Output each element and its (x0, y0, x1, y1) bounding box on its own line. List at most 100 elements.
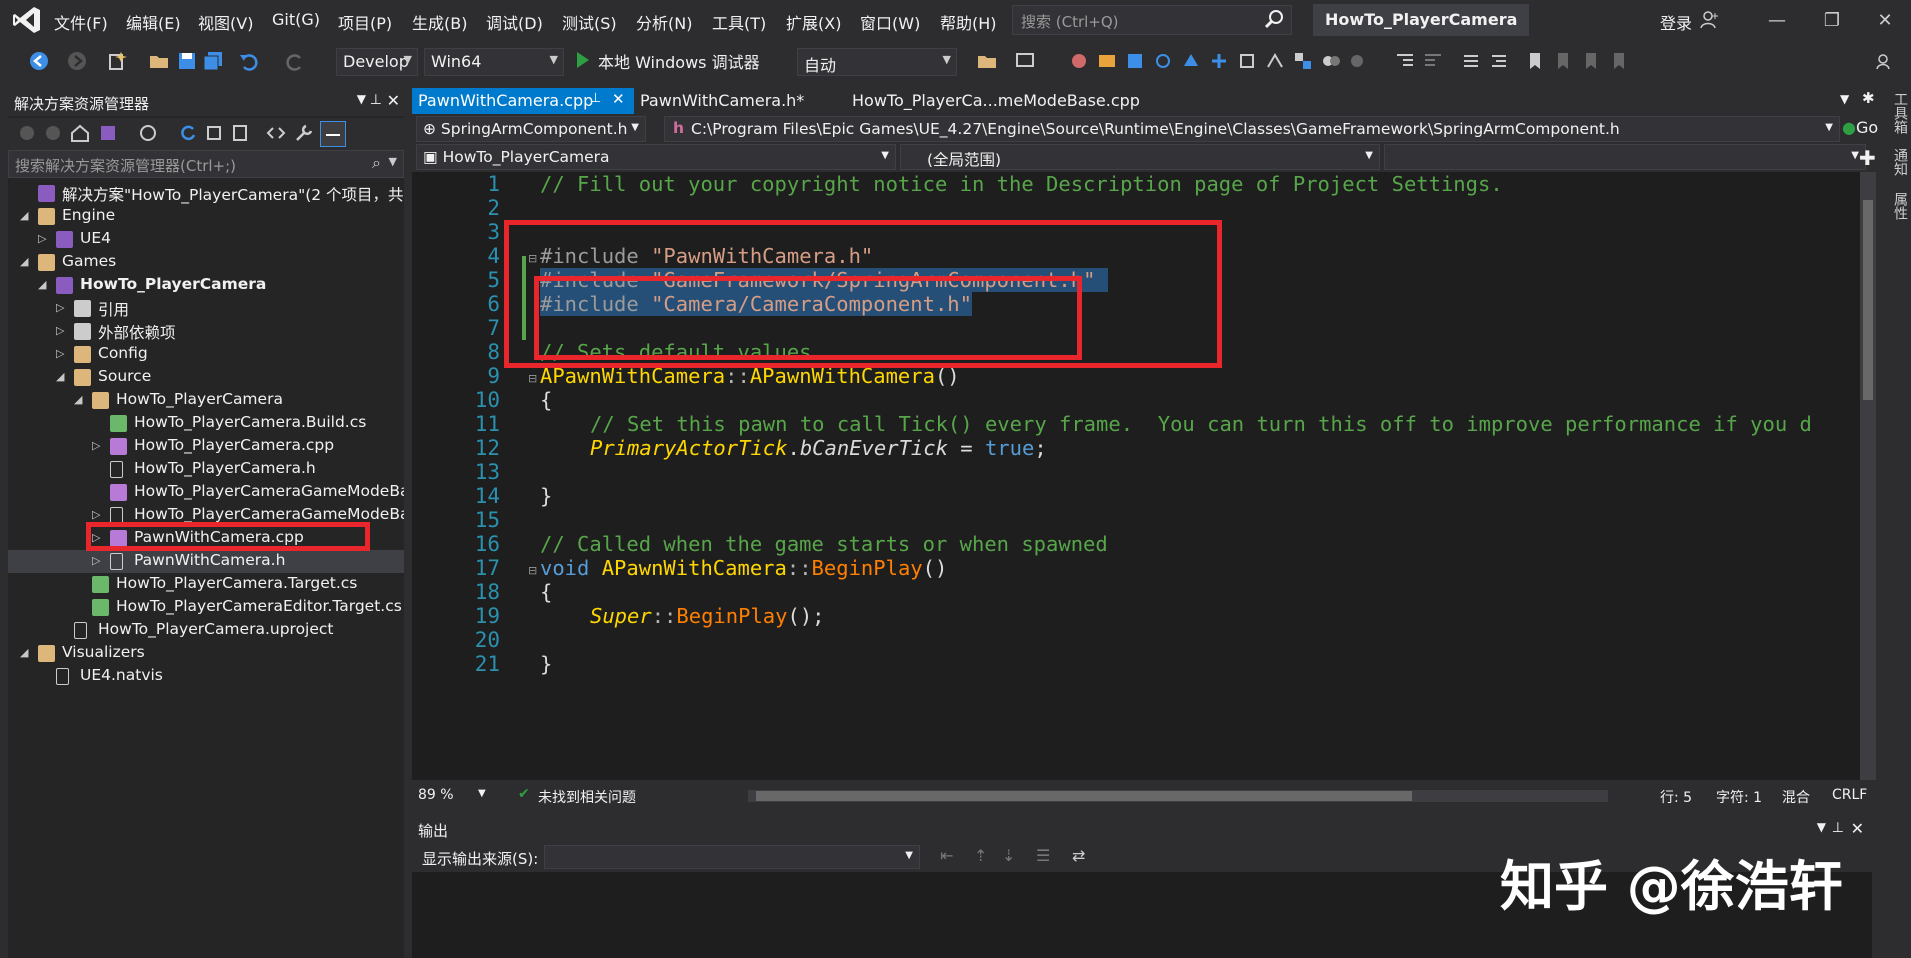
code-view-icon[interactable] (266, 123, 286, 143)
tool-icon-4[interactable] (1152, 50, 1174, 72)
account-icon[interactable] (1700, 10, 1720, 30)
tree-item[interactable]: ▷ 引用 (8, 297, 404, 320)
tool-icon-7[interactable] (1236, 50, 1258, 72)
menu-git[interactable]: Git(G) (272, 10, 320, 29)
tree-item[interactable]: HowTo_PlayerCamera.uproject (8, 619, 404, 642)
solution-search-input[interactable]: 搜索解决方案资源管理器(Ctrl+;) ⌕ ▼ (8, 150, 404, 178)
tree-item[interactable]: HowTo_PlayerCamera.Target.cs (8, 573, 404, 596)
expanded-arrow-icon[interactable]: ◢ (20, 646, 28, 659)
scope-select[interactable]: (全局范围) ▼ (900, 144, 1380, 170)
menu-extensions[interactable]: 扩展(X) (786, 10, 841, 34)
tree-item[interactable]: ▷ 外部依赖项 (8, 320, 404, 343)
menu-tools[interactable]: 工具(T) (712, 10, 766, 34)
pin-icon[interactable]: ⊥ (1832, 820, 1844, 836)
refresh-icon[interactable] (178, 123, 198, 143)
tool-icon-9[interactable] (1292, 50, 1314, 72)
tree-item[interactable]: HowTo_PlayerCamera.h (8, 458, 404, 481)
tool-icon-6[interactable] (1208, 50, 1230, 72)
split-editor-icon[interactable]: ✚ (1859, 146, 1876, 170)
menu-build[interactable]: 生成(B) (412, 10, 467, 34)
bookmark-clear-icon[interactable] (1608, 50, 1630, 72)
collapsed-arrow-icon[interactable]: ▷ (38, 232, 46, 245)
screen-icon[interactable] (1014, 50, 1036, 72)
menu-debug[interactable]: 调试(D) (486, 10, 543, 34)
save-icon[interactable] (176, 50, 198, 72)
menu-help[interactable]: 帮助(H) (940, 10, 997, 34)
next-message-icon[interactable]: ⇣ (1002, 846, 1015, 865)
bookmark-prev-icon[interactable] (1552, 50, 1574, 72)
tree-item[interactable]: ▷ UE4 (8, 228, 404, 251)
expanded-arrow-icon[interactable]: ◢ (56, 370, 64, 383)
switch-views-icon[interactable] (98, 123, 118, 143)
search-icon[interactable] (1262, 8, 1286, 32)
show-all-files-icon[interactable] (230, 123, 250, 143)
chevron-down-icon[interactable]: ▼ (478, 788, 486, 799)
outdent-icon[interactable] (1422, 50, 1444, 72)
tab-pawnwithcamera-cpp[interactable]: PawnWithCamera.cpp ⊥ ✕ (412, 88, 634, 114)
vertical-scrollbar-thumb[interactable] (1863, 200, 1873, 400)
tree-item[interactable]: ◢ Visualizers (8, 642, 404, 665)
menu-edit[interactable]: 编辑(E) (126, 10, 181, 34)
collapsed-arrow-icon[interactable]: ▷ (56, 301, 64, 314)
tool-icon-2[interactable] (1096, 50, 1118, 72)
menu-file[interactable]: 文件(F) (54, 10, 108, 34)
preview-selected-button[interactable] (320, 121, 346, 147)
pin-icon[interactable]: ⊥ (590, 91, 601, 106)
menu-project[interactable]: 项目(P) (338, 10, 392, 34)
line-ending-indicator[interactable]: CRLF (1832, 787, 1867, 803)
tree-item[interactable]: ◢ Games (8, 251, 404, 274)
tab-mode-indicator[interactable]: 混合 (1782, 787, 1810, 807)
menu-view[interactable]: 视图(V) (198, 10, 253, 34)
close-panel-icon[interactable]: ✕ (387, 91, 400, 110)
tree-item[interactable]: ◢ HowTo_PlayerCamera (8, 389, 404, 412)
horizontal-scrollbar-thumb[interactable] (756, 791, 1412, 801)
pending-changes-icon[interactable] (138, 123, 158, 143)
collapsed-arrow-icon[interactable]: ▷ (56, 324, 64, 337)
chevron-down-icon[interactable]: ▼ (389, 155, 397, 168)
undo-icon[interactable] (238, 50, 260, 72)
tool-icon-10[interactable] (1320, 50, 1342, 72)
minimize-button[interactable]: — (1757, 6, 1797, 36)
dropdown-arrow-icon[interactable]: ▼ (357, 92, 366, 106)
go-button[interactable]: ●Go (1842, 118, 1878, 137)
fold-marker-9[interactable]: ⊟ (528, 372, 537, 385)
notifications-tab[interactable]: 通知 (1890, 148, 1910, 176)
search-input[interactable]: 搜索 (Ctrl+Q) (1012, 5, 1292, 35)
bookmark-next-icon[interactable] (1580, 50, 1602, 72)
collapse-all-icon[interactable] (204, 123, 224, 143)
tree-item[interactable]: HowTo_PlayerCamera.Build.cs (8, 412, 404, 435)
code-editor[interactable]: 1 2 3 4 5 6 7 8 9 10 11 12 13 14 15 16 17 18 19 20 21 // Fil… (412, 172, 1860, 780)
prev-message-icon[interactable]: ⇡ (974, 846, 987, 865)
tool-icon-11[interactable] (1346, 50, 1368, 72)
close-window-button[interactable]: ✕ (1865, 6, 1905, 36)
platform-select[interactable]: Win64 ▼ (424, 48, 564, 76)
restore-button[interactable]: ❐ (1812, 6, 1852, 36)
menu-window[interactable]: 窗口(W) (860, 10, 920, 34)
close-tab-icon[interactable]: ✕ (612, 90, 625, 108)
tree-item[interactable]: 解决方案"HowTo_PlayerCamera"(2 个项目，共 2 个 (8, 182, 404, 205)
debug-target-select[interactable]: 自动 ▼ (797, 48, 957, 76)
properties-tab[interactable]: 属性 (1890, 192, 1910, 220)
live-share-icon[interactable] (1874, 50, 1896, 72)
menu-test[interactable]: 测试(S) (562, 10, 617, 34)
collapsed-arrow-icon[interactable]: ▷ (92, 508, 100, 521)
start-debugger-button[interactable]: 本地 Windows 调试器 (598, 49, 760, 73)
configuration-select[interactable]: Develop ▼ (336, 48, 418, 76)
expanded-arrow-icon[interactable]: ◢ (20, 209, 28, 222)
collapsed-arrow-icon[interactable]: ▷ (92, 554, 100, 567)
expanded-arrow-icon[interactable]: ◢ (38, 278, 46, 291)
collapsed-arrow-icon[interactable]: ▷ (92, 439, 100, 452)
login-link[interactable]: 登录 (1660, 10, 1692, 34)
back-icon[interactable] (28, 50, 50, 72)
tree-item[interactable]: ◢ HowTo_PlayerCamera (8, 274, 404, 297)
save-all-icon[interactable] (202, 50, 224, 72)
issues-status[interactable]: 未找到相关问题 (538, 787, 636, 807)
settings-gear-icon[interactable]: ✱ (1862, 89, 1875, 107)
tool-icon-8[interactable] (1264, 50, 1286, 72)
tree-item[interactable]: ◢ Engine (8, 205, 404, 228)
find-in-files-icon[interactable] (976, 50, 998, 72)
tool-icon-5[interactable] (1180, 50, 1202, 72)
pin-icon[interactable]: ⊥ (370, 92, 382, 108)
tree-item[interactable]: ▷ HowTo_PlayerCamera.cpp (8, 435, 404, 458)
open-folder-icon[interactable] (148, 50, 170, 72)
